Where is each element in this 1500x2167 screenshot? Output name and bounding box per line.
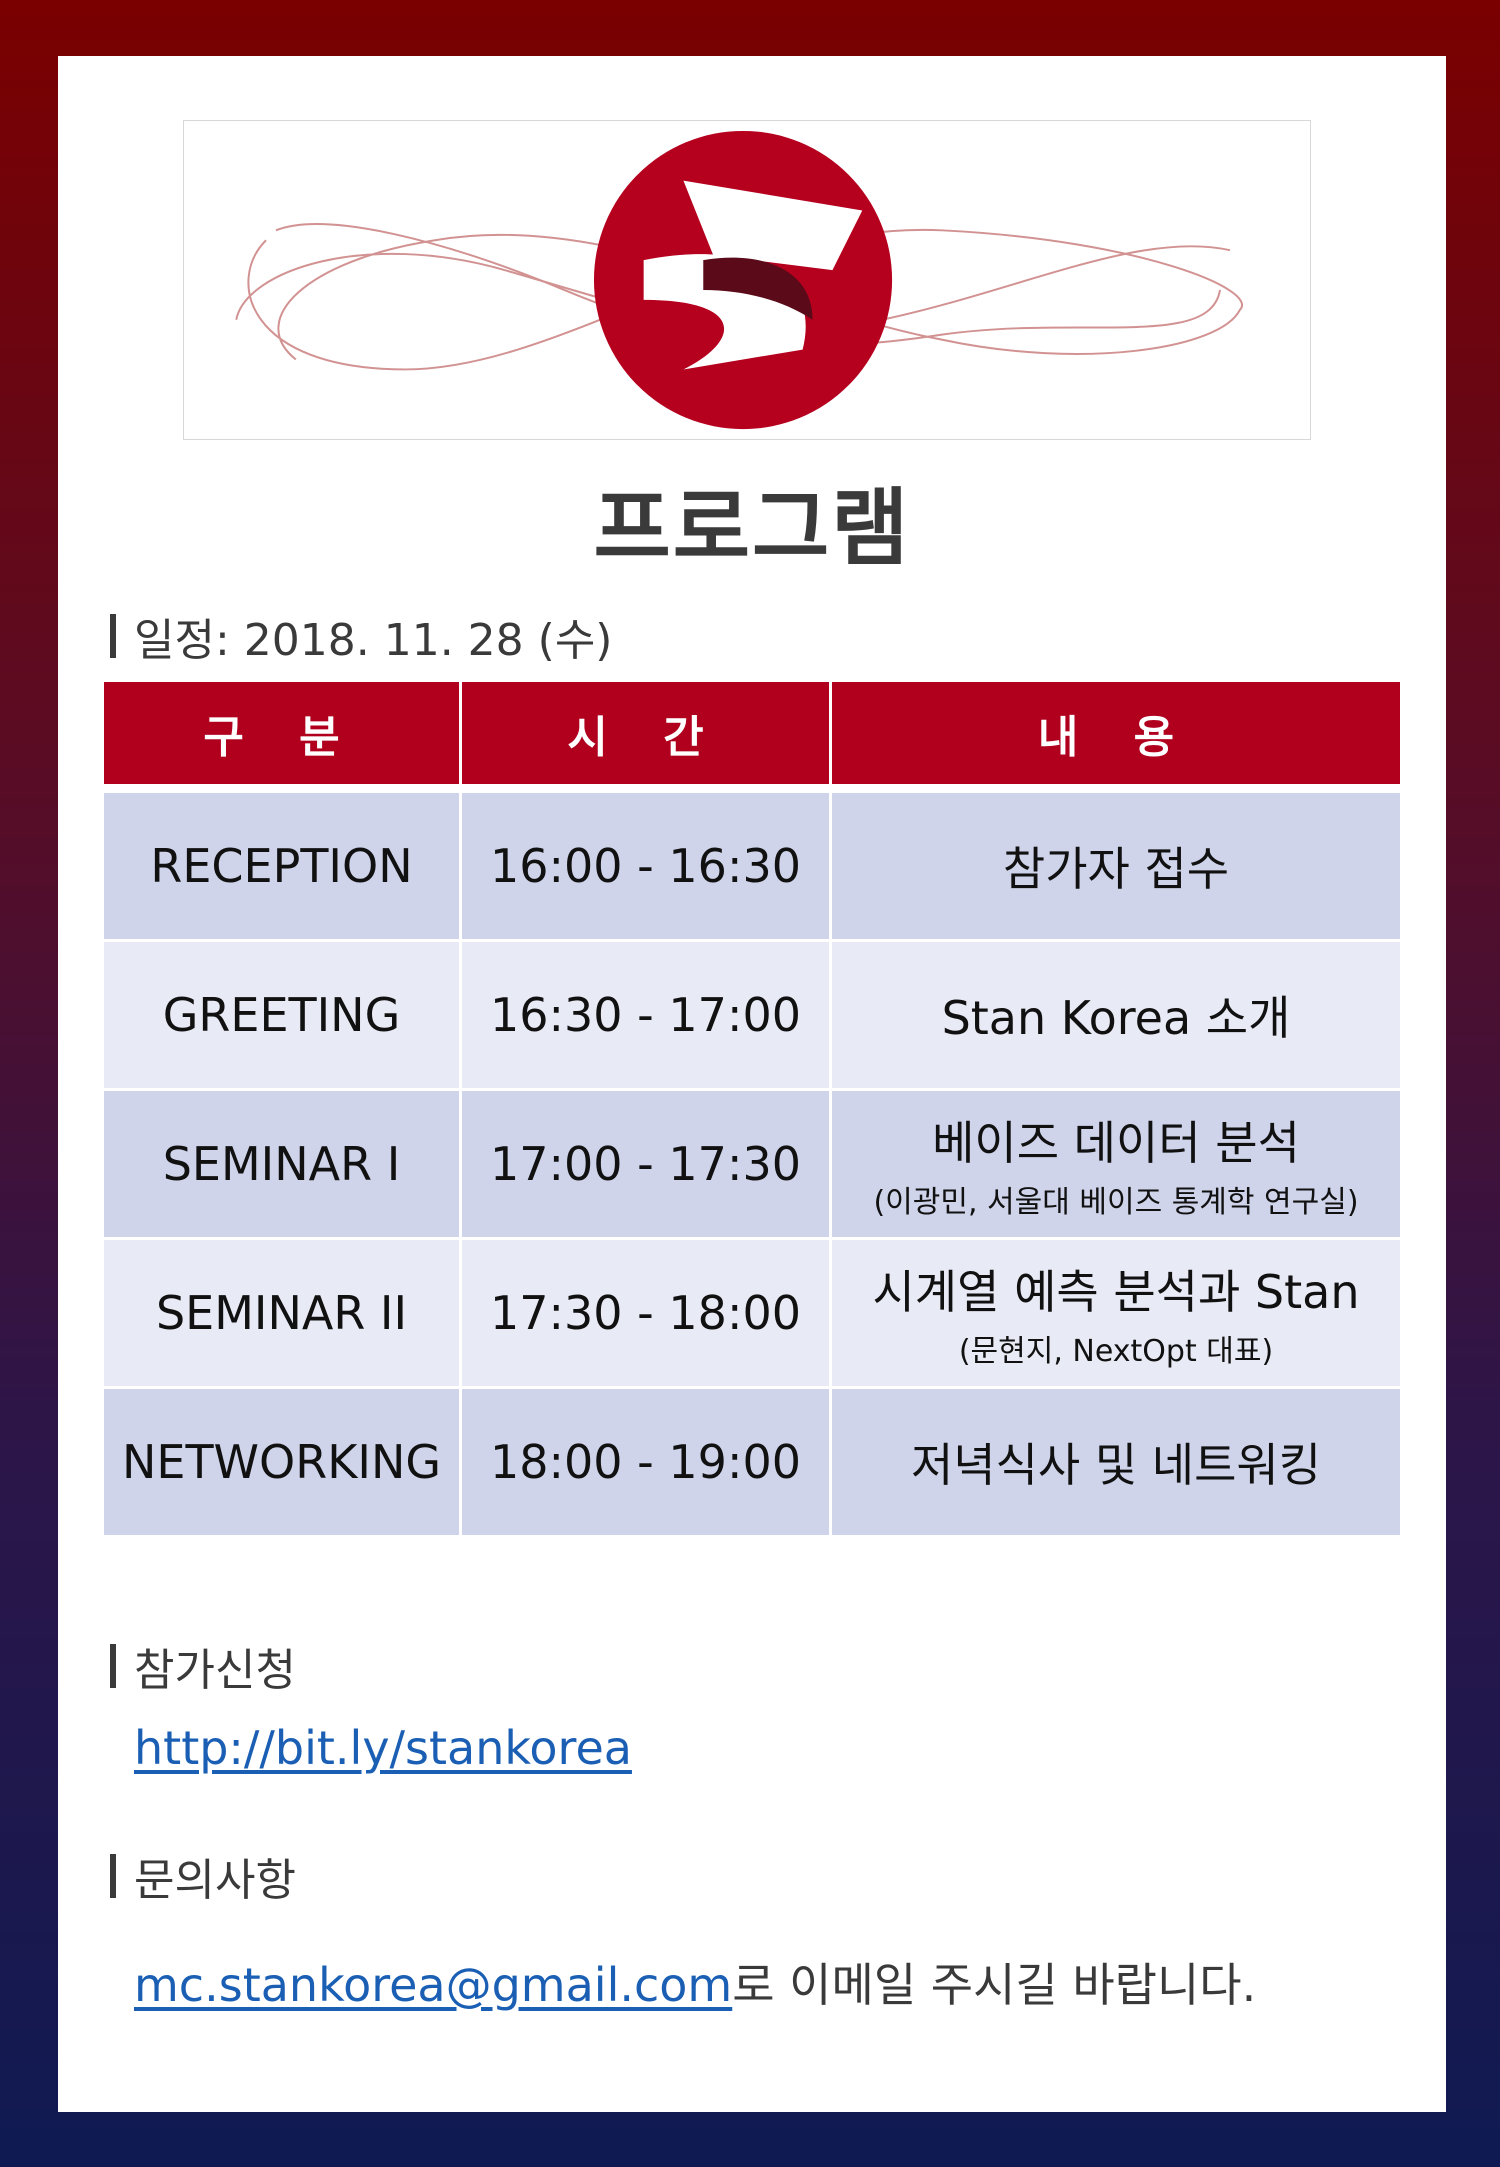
inquiry-label: 문의사항 [134, 1855, 296, 1906]
row-content-note: (문현지, NextOpt 대표) [958, 1334, 1274, 1369]
row-content-title: 참가자 접수 [1002, 842, 1230, 896]
page-title: 프로그램 [593, 479, 911, 577]
row-content-title: 저녁식사 및 네트워킹 [910, 1438, 1322, 1492]
table-row: SEMINAR I 17:00 - 17:30 베이즈 데이터 분석 (이광민,… [104, 1088, 1400, 1237]
row-time: 16:00 - 16:30 [462, 784, 832, 939]
row-category: NETWORKING [104, 1386, 462, 1535]
inquiry-suffix: 로 이메일 주시길 바랍니다. [732, 1958, 1257, 2012]
header-content: 내 용 [832, 682, 1400, 784]
program-card: 프로그램 일정: 2018. 11. 28 (수) 구 분 시 간 내 용 RE… [58, 56, 1446, 2112]
table-row: NETWORKING 18:00 - 19:00 저녁식사 및 네트워킹 [104, 1386, 1400, 1535]
logo-graphic [235, 130, 1243, 430]
program-table: 구 분 시 간 내 용 RECEPTION 16:00 - 16:30 참가자 … [104, 682, 1400, 1535]
row-time: 17:00 - 17:30 [462, 1088, 832, 1237]
heading-bar [110, 614, 116, 658]
header-time: 시 간 [462, 682, 832, 784]
table-row: RECEPTION 16:00 - 16:30 참가자 접수 [104, 784, 1400, 939]
row-content: 참가자 접수 [832, 784, 1400, 939]
heading-bar [110, 1854, 116, 1898]
stan-korea-logo [183, 120, 1311, 440]
row-content: 베이즈 데이터 분석 (이광민, 서울대 베이즈 통계학 연구실) [832, 1088, 1400, 1237]
email-link[interactable]: mc.stankorea@gmail.com [134, 1958, 732, 2012]
table-row: SEMINAR II 17:30 - 18:00 시계열 예측 분석과 Stan… [104, 1237, 1400, 1386]
row-content-title: Stan Korea 소개 [941, 991, 1291, 1045]
row-category: SEMINAR II [104, 1237, 462, 1386]
row-content: 저녁식사 및 네트워킹 [832, 1386, 1400, 1535]
row-content-note: (이광민, 서울대 베이즈 통계학 연구실) [873, 1185, 1359, 1220]
row-time: 18:00 - 19:00 [462, 1386, 832, 1535]
schedule-label: 일정: 2018. 11. 28 (수) [134, 615, 613, 666]
heading-bar [110, 1644, 116, 1688]
row-time: 17:30 - 18:00 [462, 1237, 832, 1386]
table-row: GREETING 16:30 - 17:00 Stan Korea 소개 [104, 939, 1400, 1088]
schedule-heading: 일정: 2018. 11. 28 (수) [110, 604, 612, 668]
registration-heading: 참가신청 [110, 1634, 296, 1698]
row-category: GREETING [104, 939, 462, 1088]
row-content: Stan Korea 소개 [832, 939, 1400, 1088]
table-header-row: 구 분 시 간 내 용 [104, 682, 1400, 784]
row-content-title: 베이즈 데이터 분석 [932, 1116, 1300, 1170]
registration-link[interactable]: http://bit.ly/stankorea [134, 1721, 632, 1775]
registration-label: 참가신청 [134, 1645, 296, 1696]
inquiry-heading: 문의사항 [110, 1844, 296, 1908]
row-content-title: 시계열 예측 분석과 Stan [872, 1265, 1360, 1319]
row-category: RECEPTION [104, 784, 462, 939]
row-category: SEMINAR I [104, 1088, 462, 1237]
row-time: 16:30 - 17:00 [462, 939, 832, 1088]
inquiry-text: mc.stankorea@gmail.com로 이메일 주시길 바랍니다. [134, 1949, 1256, 2015]
row-content: 시계열 예측 분석과 Stan (문현지, NextOpt 대표) [832, 1237, 1400, 1386]
header-category: 구 분 [104, 682, 462, 784]
